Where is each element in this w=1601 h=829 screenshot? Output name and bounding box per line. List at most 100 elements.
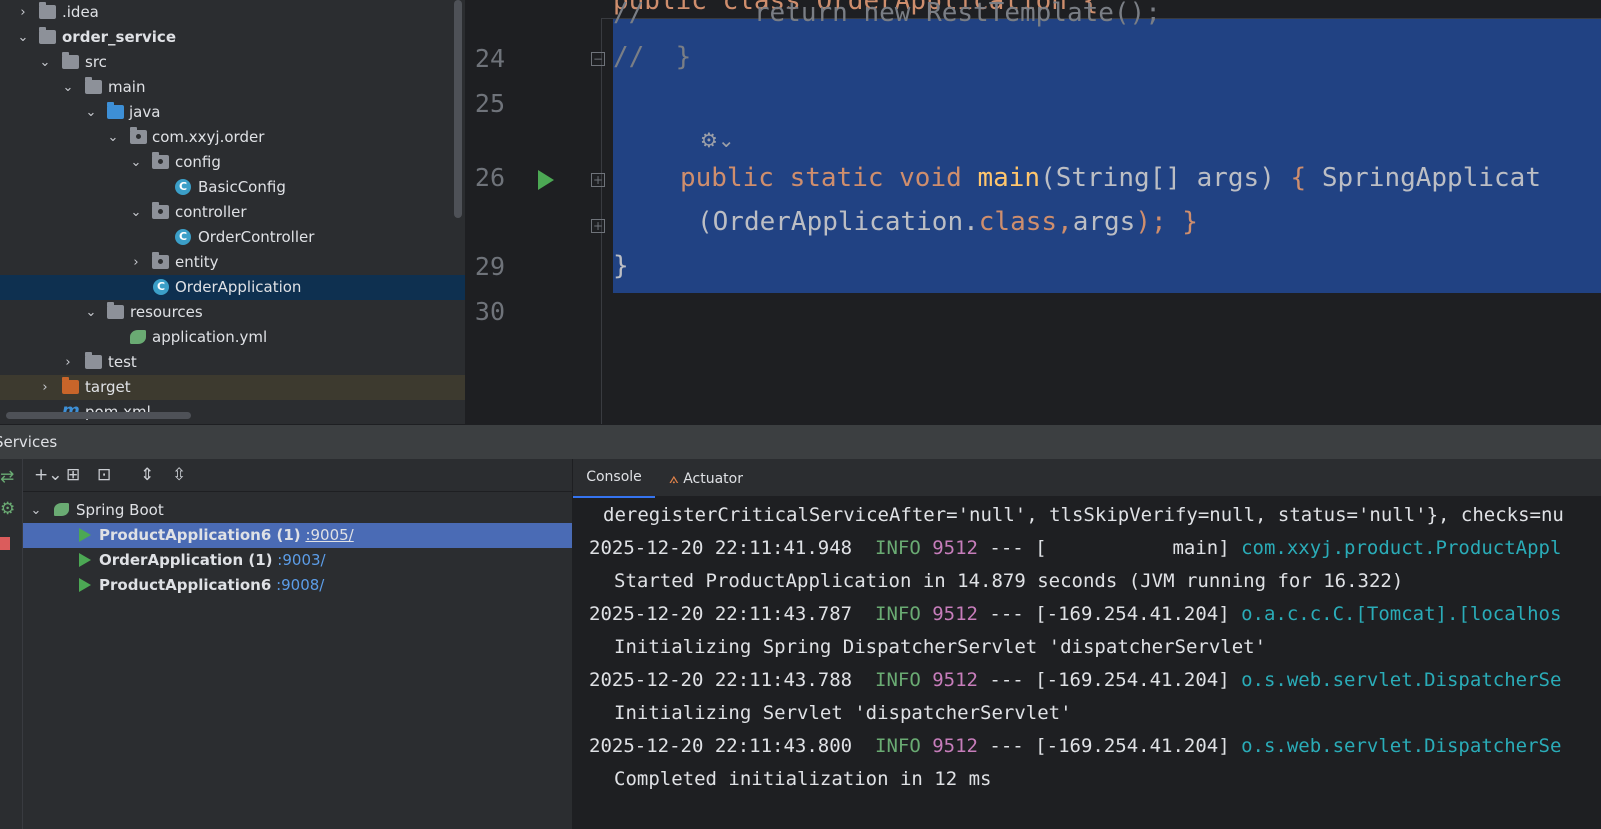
code-line-partial: // return new RestTemplate(); — [613, 0, 1161, 28]
chevron-down-icon[interactable]: ⌄ — [85, 100, 97, 125]
new-group-icon[interactable]: ⊡ — [97, 465, 111, 485]
tree-item-idea[interactable]: › .idea — [0, 0, 465, 25]
chevron-down-icon[interactable]: ⌄ — [130, 200, 142, 225]
service-name: ProductApplication6 (1) — [99, 526, 301, 544]
code-line-24: // } — [613, 42, 692, 72]
service-port-link[interactable]: :9005/ — [305, 526, 353, 544]
fold-expand-icon[interactable]: + — [591, 173, 605, 187]
debug-icon[interactable]: ⚙ — [0, 499, 15, 519]
folder-icon — [85, 352, 102, 369]
console-panel: Console ⟑ Actuator deregisterCriticalSer… — [573, 459, 1601, 829]
chevron-down-icon[interactable]: ⌄ — [85, 300, 97, 325]
tree-item-controller[interactable]: ⌄ controller — [0, 200, 465, 225]
tree-horizontal-scrollbar[interactable] — [6, 412, 191, 419]
service-item-order-9003[interactable]: OrderApplication (1) :9003/ — [22, 548, 572, 573]
running-icon — [79, 528, 91, 542]
code-line-27: (OrderApplication.class,args); } — [697, 207, 1198, 237]
tree-item-ordercontroller[interactable]: C OrderController — [0, 225, 465, 250]
tree-item-label: OrderApplication — [175, 278, 302, 296]
chevron-right-icon[interactable]: › — [39, 375, 51, 400]
tree-item-package-order[interactable]: ⌄ com.xxyj.order — [0, 125, 465, 150]
package-icon — [152, 152, 169, 169]
chevron-down-icon[interactable]: ⌄ — [130, 150, 142, 175]
services-tree-panel: +⌄ ⊞ ⊡ ⇕ ⇳ ⌄ Spring Boot ProductApplicat… — [0, 459, 573, 829]
stop-icon[interactable] — [0, 537, 10, 550]
package-icon — [130, 127, 147, 144]
package-icon — [152, 202, 169, 219]
tree-item-entity[interactable]: › entity — [0, 250, 465, 275]
tree-item-label: entity — [175, 253, 219, 271]
group-by-icon[interactable]: ⊞ — [66, 465, 80, 485]
tree-item-label: java — [129, 103, 161, 121]
module-folder-icon — [39, 27, 56, 44]
service-name: OrderApplication (1) — [99, 551, 273, 569]
tree-item-config[interactable]: ⌄ config — [0, 150, 465, 175]
tree-item-resources[interactable]: ⌄ resources — [0, 300, 465, 325]
service-group-spring-boot[interactable]: ⌄ Spring Boot — [22, 498, 572, 523]
chevron-down-icon[interactable]: ⌄ — [17, 25, 29, 50]
console-log-line: 2025-12-20 22:11:43.788 INFO 9512 --- [-… — [589, 669, 1562, 691]
expand-all-icon[interactable]: ⇕ — [140, 465, 154, 485]
tab-actuator[interactable]: ⟑ Actuator — [669, 459, 759, 496]
tree-item-label: order_service — [62, 28, 176, 46]
code-editor[interactable]: 24 25 26 29 30 − + + public class OrderA… — [465, 0, 1601, 424]
tree-item-basicconfig[interactable]: C BasicConfig — [0, 175, 465, 200]
spring-class-icon: C — [153, 279, 169, 295]
tab-actuator-label: Actuator — [683, 471, 743, 487]
chevron-down-icon[interactable]: ⌄ — [107, 125, 119, 150]
tree-item-label: src — [85, 53, 107, 71]
chevron-down-icon[interactable]: ⌄ — [30, 498, 42, 523]
tree-item-label: controller — [175, 203, 247, 221]
services-panel-header: Services — [0, 424, 1601, 460]
tree-item-application-yml[interactable]: application.yml — [0, 325, 465, 350]
fold-expand-icon[interactable]: + — [591, 219, 605, 233]
console-line: deregisterCriticalServiceAfter='null', t… — [603, 504, 1564, 526]
rerun-icon[interactable]: ⇄ — [0, 467, 14, 487]
service-item-product-9008[interactable]: ProductApplication6 :9008/ — [22, 573, 572, 598]
package-icon — [152, 252, 169, 269]
folder-icon — [85, 77, 102, 94]
tree-item-java[interactable]: ⌄ java — [0, 100, 465, 125]
console-line: Initializing Spring DispatcherServlet 'd… — [614, 636, 1267, 658]
tree-item-label: main — [108, 78, 146, 96]
editor-gutter: 24 25 26 29 30 − + + — [465, 0, 605, 424]
service-port-link[interactable]: :9003/ — [277, 551, 325, 569]
class-icon: C — [175, 229, 191, 245]
resources-folder-icon — [107, 302, 124, 319]
spring-boot-gutter-icon[interactable]: ⚙⌄ — [700, 128, 735, 152]
run-gutter-icon[interactable] — [538, 170, 554, 190]
tree-item-label: BasicConfig — [198, 178, 286, 196]
fold-collapse-icon[interactable]: − — [591, 52, 605, 66]
tree-item-target[interactable]: › target — [0, 375, 465, 400]
chevron-right-icon[interactable]: › — [17, 0, 29, 25]
line-number: 29 — [474, 252, 505, 281]
tree-item-src[interactable]: ⌄ src — [0, 50, 465, 75]
console-log-line: 2025-12-20 22:11:43.800 INFO 9512 --- [-… — [589, 735, 1562, 757]
service-name: ProductApplication6 — [99, 576, 272, 594]
running-icon — [79, 553, 91, 567]
source-folder-icon — [107, 102, 124, 119]
excluded-folder-icon — [62, 377, 79, 394]
collapse-all-icon[interactable]: ⇳ — [172, 465, 186, 485]
line-number: 26 — [474, 163, 505, 192]
tab-console[interactable]: Console — [573, 459, 655, 498]
actuator-icon: ⟑ — [669, 468, 679, 487]
tree-item-orderapplication[interactable]: C OrderApplication — [0, 275, 465, 300]
add-service-icon[interactable]: +⌄ — [34, 465, 63, 485]
service-item-product-9005[interactable]: ProductApplication6 (1) :9005/ — [22, 523, 572, 548]
chevron-down-icon[interactable]: ⌄ — [39, 50, 51, 75]
tree-vertical-scrollbar[interactable] — [454, 0, 462, 218]
line-number: 25 — [474, 89, 505, 118]
line-number: 30 — [474, 297, 505, 326]
tree-item-test[interactable]: › test — [0, 350, 465, 375]
folder-icon — [39, 2, 56, 19]
chevron-right-icon[interactable]: › — [130, 250, 142, 275]
chevron-right-icon[interactable]: › — [62, 350, 74, 375]
spring-boot-icon — [54, 503, 69, 516]
chevron-down-icon[interactable]: ⌄ — [62, 75, 74, 100]
tree-item-order-service[interactable]: ⌄ order_service — [0, 25, 465, 50]
tree-item-main[interactable]: ⌄ main — [0, 75, 465, 100]
console-line: Completed initialization in 12 ms — [614, 768, 992, 790]
service-port-link[interactable]: :9008/ — [276, 576, 324, 594]
line-number: 24 — [474, 44, 505, 73]
